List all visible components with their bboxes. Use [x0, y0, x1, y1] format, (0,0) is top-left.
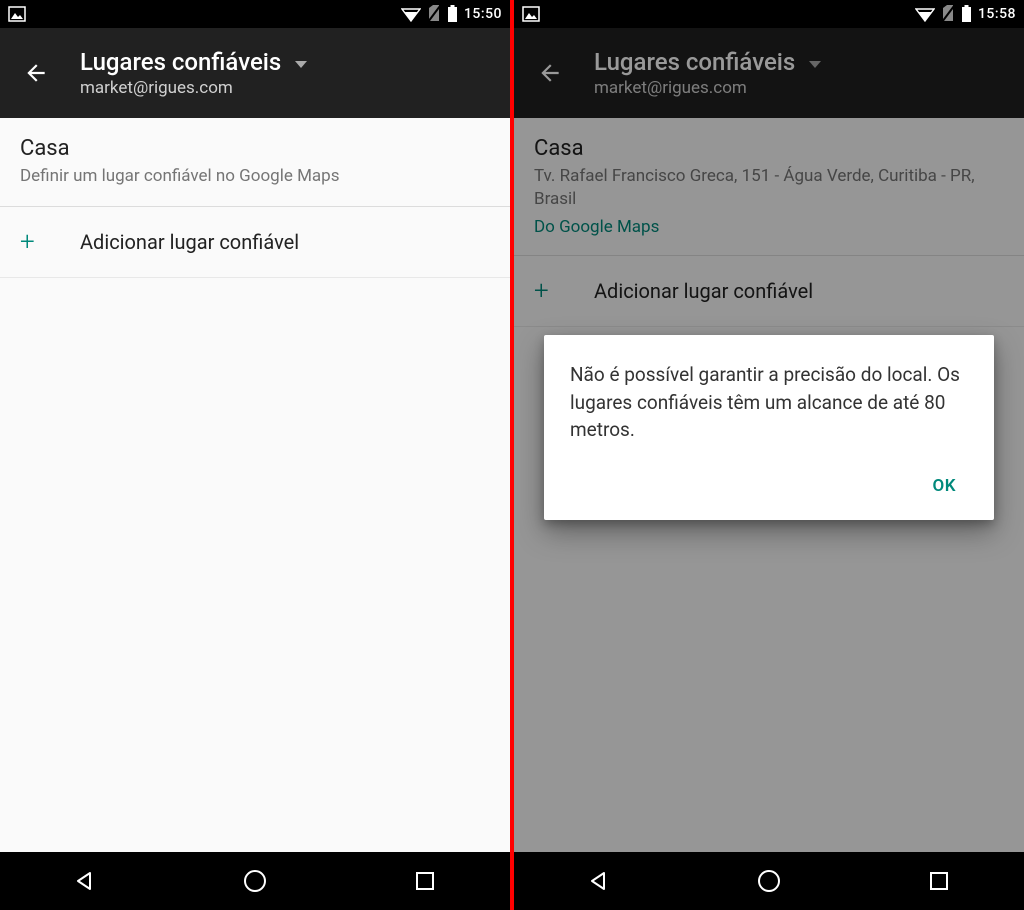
back-button[interactable]: [16, 53, 56, 93]
nav-recent-button[interactable]: [899, 861, 979, 901]
page-title: Lugares confiáveis: [80, 48, 281, 76]
add-trusted-place-button[interactable]: + Adicionar lugar confiável: [0, 207, 510, 278]
account-email: market@rigues.com: [80, 78, 307, 98]
sim-off-icon: [427, 5, 441, 23]
sim-off-icon: [941, 5, 955, 23]
nav-back-button[interactable]: [45, 861, 125, 901]
dialog-ok-button[interactable]: OK: [921, 466, 969, 506]
app-bar: Lugares confiáveis market@rigues.com: [0, 28, 510, 118]
picture-icon: [522, 6, 540, 22]
nav-recent-button[interactable]: [385, 861, 465, 901]
accuracy-dialog: Não é possível garantir a precisão do lo…: [544, 335, 994, 520]
status-time: 15:58: [978, 6, 1016, 22]
wifi-icon: [401, 6, 421, 22]
battery-icon: [961, 5, 972, 23]
content-area: Casa Definir um lugar confiável no Googl…: [0, 118, 510, 852]
chevron-down-icon: [295, 61, 307, 68]
status-bar: 15:50: [0, 0, 510, 28]
phone-left: 15:50 Lugares confiáveis market@rigues.c…: [0, 0, 510, 910]
battery-icon: [447, 5, 458, 23]
picture-icon: [8, 6, 26, 22]
place-title: Casa: [20, 136, 490, 161]
phone-right: 15:58 Lugares confiáveis market@rigues.c…: [514, 0, 1024, 910]
nav-bar: [0, 852, 510, 910]
nav-bar: [514, 852, 1024, 910]
wifi-icon: [915, 6, 935, 22]
dialog-message: Não é possível garantir a precisão do lo…: [570, 361, 968, 444]
plus-icon: +: [20, 227, 80, 257]
place-item-casa[interactable]: Casa Definir um lugar confiável no Googl…: [0, 118, 510, 207]
account-switcher[interactable]: Lugares confiáveis market@rigues.com: [80, 48, 307, 98]
nav-home-button[interactable]: [729, 861, 809, 901]
status-bar: 15:58: [514, 0, 1024, 28]
nav-home-button[interactable]: [215, 861, 295, 901]
add-label: Adicionar lugar confiável: [80, 230, 299, 254]
place-subtitle: Definir um lugar confiável no Google Map…: [20, 165, 490, 188]
status-time: 15:50: [464, 6, 502, 22]
nav-back-button[interactable]: [559, 861, 639, 901]
